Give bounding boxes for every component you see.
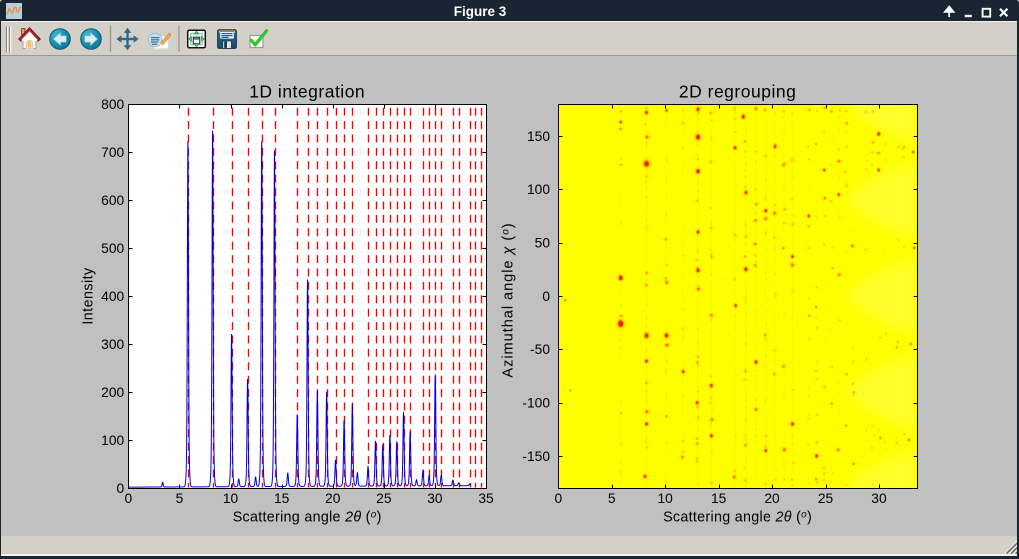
- svg-text:600: 600: [101, 193, 124, 208]
- svg-text:20: 20: [325, 491, 341, 506]
- svg-text:Azimuthal angle χ (o): Azimuthal angle χ (o): [500, 222, 516, 377]
- svg-text:-150: -150: [522, 449, 550, 464]
- svg-text:Intensity: Intensity: [80, 267, 96, 325]
- svg-text:2D regrouping: 2D regrouping: [679, 81, 796, 101]
- svg-text:100: 100: [101, 433, 124, 448]
- svg-text:Scattering angle 2θ (o): Scattering angle 2θ (o): [663, 510, 812, 526]
- svg-text:0: 0: [542, 289, 550, 304]
- svg-text:500: 500: [101, 241, 124, 256]
- svg-text:-50: -50: [530, 342, 550, 357]
- svg-text:0: 0: [554, 491, 562, 506]
- svg-text:20: 20: [764, 491, 780, 506]
- svg-text:0: 0: [125, 491, 133, 506]
- svg-text:15: 15: [274, 491, 290, 506]
- svg-text:30: 30: [871, 491, 887, 506]
- svg-text:-100: -100: [522, 396, 550, 411]
- svg-text:100: 100: [527, 182, 550, 197]
- svg-text:10: 10: [223, 491, 239, 506]
- svg-text:Scattering angle 2θ (o): Scattering angle 2θ (o): [233, 510, 382, 526]
- svg-text:1D integration: 1D integration: [249, 81, 365, 101]
- svg-text:300: 300: [101, 337, 124, 352]
- svg-text:35: 35: [478, 491, 494, 506]
- svg-text:200: 200: [101, 385, 124, 400]
- svg-text:800: 800: [101, 97, 124, 112]
- svg-text:150: 150: [527, 129, 550, 144]
- svg-text:5: 5: [176, 491, 184, 506]
- svg-text:25: 25: [818, 491, 834, 506]
- svg-text:0: 0: [117, 481, 125, 496]
- svg-text:Figure 3: Figure 3: [454, 4, 507, 19]
- svg-text:25: 25: [376, 491, 392, 506]
- svg-text:15: 15: [711, 491, 727, 506]
- svg-text:30: 30: [427, 491, 443, 506]
- svg-text:700: 700: [101, 145, 124, 160]
- svg-text:5: 5: [608, 491, 616, 506]
- svg-text:50: 50: [535, 236, 551, 251]
- svg-text:10: 10: [658, 491, 674, 506]
- svg-text:400: 400: [101, 289, 124, 304]
